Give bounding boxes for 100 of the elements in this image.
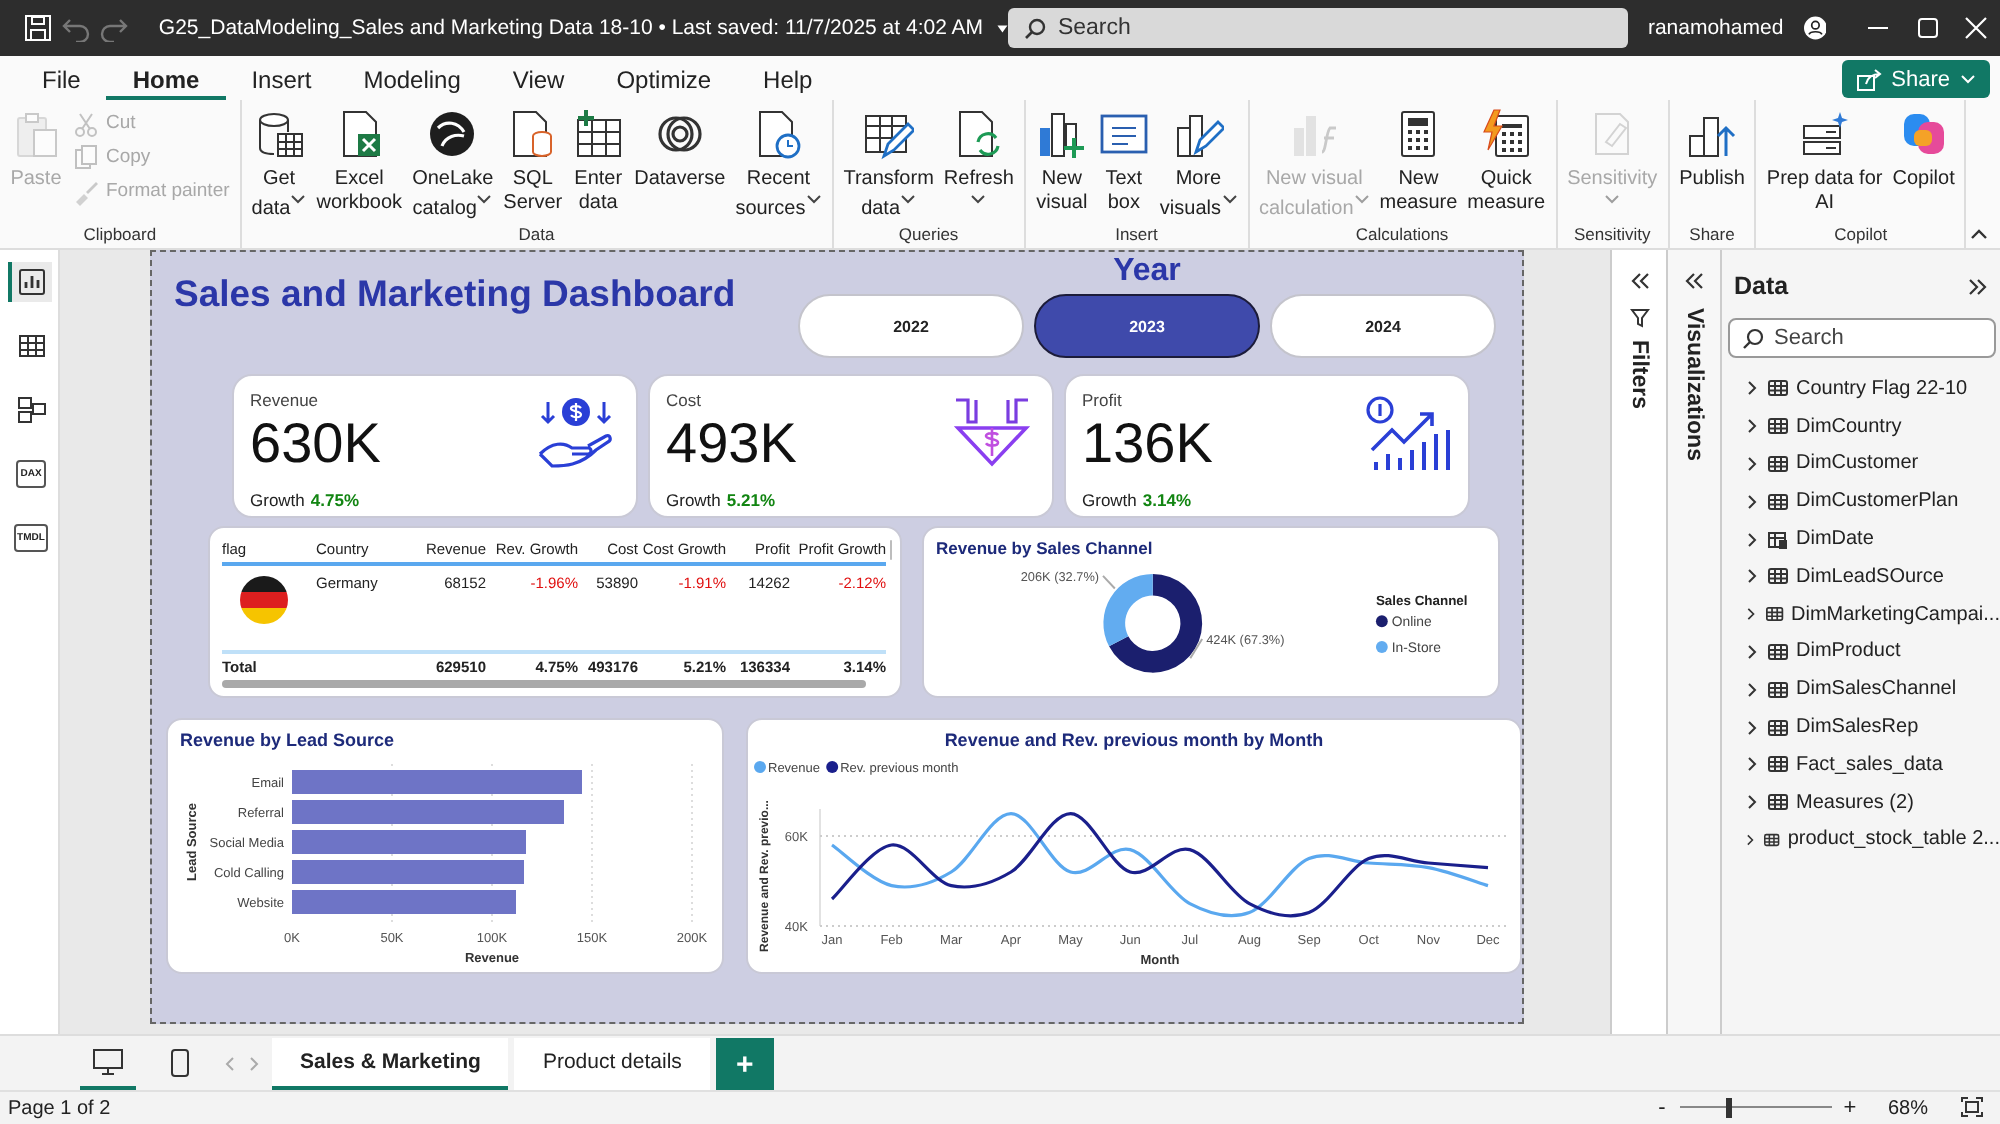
ribbon-button[interactable]: Recent sources: [731, 108, 826, 224]
legend-dot: [826, 761, 839, 773]
ribbon-button[interactable]: More visuals: [1155, 108, 1241, 224]
table-item[interactable]: DimMarketingCampai...: [1722, 595, 2000, 634]
ribbon-button[interactable]: Copilot: [1888, 108, 1959, 224]
ribbon-button[interactable]: Prep data for AI: [1762, 108, 1887, 224]
caret-icon: [1221, 192, 1237, 206]
table-item[interactable]: Fact_sales_data: [1722, 745, 2000, 784]
chevron-right-icon: [1744, 418, 1760, 435]
add-page-button[interactable]: +: [715, 1038, 774, 1090]
chevron-right-icon: [1744, 531, 1760, 548]
slicer-title: Year: [1113, 252, 1181, 290]
ribbon-button[interactable]: Excel workbook: [312, 108, 407, 224]
ribbon-button[interactable]: Quick measure: [1463, 108, 1550, 224]
table-item[interactable]: DimCustomer: [1722, 445, 2000, 483]
table-icon: [15, 330, 47, 362]
ribbon-button[interactable]: Publish: [1675, 108, 1749, 224]
ribbon-button[interactable]: Refresh: [939, 108, 1018, 224]
growth-chart-icon: [1364, 394, 1452, 474]
scissors-icon: [72, 110, 100, 138]
fit-page-button[interactable]: [1960, 1093, 1984, 1123]
group-label: Queries: [896, 224, 961, 248]
table-icon: [1765, 604, 1784, 625]
search-field[interactable]: Search: [1728, 318, 1996, 358]
zoom-in-button[interactable]: +: [1839, 1096, 1860, 1120]
kpi-value: 493K: [666, 412, 799, 478]
table-item[interactable]: Country Flag 22-10: [1722, 370, 2000, 408]
kpi-value: 136K: [1082, 412, 1215, 478]
page-tab[interactable]: Product details: [514, 1038, 710, 1090]
ribbon-button[interactable]: Enter data: [568, 108, 629, 224]
page-tab[interactable]: Sales & Marketing: [272, 1038, 509, 1090]
menu-tab[interactable]: Optimize: [590, 62, 738, 100]
chevron-right-icon: [1744, 756, 1760, 773]
pane-label[interactable]: Filters: [1627, 340, 1651, 410]
menu-tab[interactable]: Modeling: [337, 62, 487, 100]
chevron-right-icon: [1744, 493, 1760, 510]
ribbon-button[interactable]: Get data: [247, 108, 311, 224]
ribbon-button[interactable]: Text box: [1093, 108, 1154, 224]
ribbon-button[interactable]: Transform data: [839, 108, 938, 224]
menu-tab[interactable]: Help: [737, 62, 839, 100]
chevron-right-icon: [1744, 831, 1757, 848]
growth-label: Growth: [666, 490, 721, 510]
table-icon: [1768, 754, 1788, 775]
table-plus-icon: [572, 108, 625, 160]
year-button[interactable]: 2023: [1034, 294, 1260, 358]
chevron-right-icon: [1744, 380, 1760, 397]
table-item[interactable]: DimCustomerPlan: [1722, 482, 2000, 521]
database-icon: [253, 108, 306, 160]
caret-icon: [290, 192, 307, 206]
paintbrush-icon: [72, 178, 100, 206]
growth-value: 3.14%: [1142, 490, 1192, 510]
scrollbar[interactable]: [890, 540, 892, 560]
model-icon: [15, 394, 47, 426]
table-item[interactable]: DimSalesRep: [1722, 708, 2000, 746]
caret-icon: [970, 192, 987, 206]
table-item[interactable]: DimDate: [1722, 520, 2000, 558]
table-item[interactable]: product_stock_table 2...: [1722, 821, 2000, 859]
table-item[interactable]: DimCountry: [1722, 407, 2000, 446]
pane-label[interactable]: Visualizations: [1682, 308, 1706, 461]
year-button[interactable]: 2022: [798, 294, 1024, 358]
copy-icon: [72, 144, 100, 172]
table-icon: [1768, 416, 1788, 437]
ribbon-button[interactable]: OneLake catalog: [408, 108, 498, 224]
double-chevron-right-icon: [1968, 277, 1988, 295]
table-item[interactable]: DimLeadSOurce: [1722, 557, 2000, 596]
menu-tab[interactable]: Insert: [225, 62, 338, 100]
ribbon-button[interactable]: New measure: [1375, 108, 1462, 224]
year-button[interactable]: 2024: [1270, 294, 1496, 358]
menu-tab[interactable]: File: [16, 62, 107, 100]
scrollbar[interactable]: [222, 680, 866, 688]
group-label: Clipboard: [81, 224, 159, 248]
calculator-lightning-icon: [1480, 108, 1533, 160]
caret-icon: [1353, 192, 1370, 206]
dashboard-title: Sales and Marketing Dashboard: [172, 270, 736, 318]
search-field[interactable]: Search: [1007, 8, 1628, 48]
chevron-right-icon: [1744, 643, 1760, 660]
table-item[interactable]: DimProduct: [1722, 633, 2000, 671]
ribbon-button[interactable]: SQL Server: [499, 108, 567, 224]
circle-logo-icon: [426, 108, 479, 160]
table-icon: [1768, 717, 1788, 738]
menu-tab[interactable]: View: [486, 62, 591, 100]
share-button[interactable]: Share: [1841, 60, 1990, 98]
kpi-label: Profit: [1082, 390, 1124, 412]
ribbon-button[interactable]: Dataverse: [630, 108, 730, 224]
table-icon: [1768, 679, 1788, 700]
table-item[interactable]: DimSalesChannel: [1722, 670, 2000, 709]
chart-title: Revenue by Sales Channel: [934, 536, 1155, 562]
chevron-right-icon: [1744, 606, 1758, 623]
caret-icon: [805, 192, 822, 206]
avatar-icon: [1803, 12, 1827, 44]
caret-icon: [1604, 192, 1621, 206]
nav-button[interactable]: [7, 262, 51, 302]
filter-icon: [1629, 308, 1649, 328]
zoom-out-button[interactable]: -: [1651, 1096, 1672, 1120]
leader-line: [1189, 637, 1204, 659]
table-item[interactable]: Measures (2): [1722, 783, 2000, 822]
chevron-right-icon: [1744, 794, 1760, 811]
chevron-up-icon: [1970, 228, 1988, 240]
chevron-right-icon: [1744, 719, 1760, 736]
ribbon-button[interactable]: New visual: [1031, 108, 1092, 224]
